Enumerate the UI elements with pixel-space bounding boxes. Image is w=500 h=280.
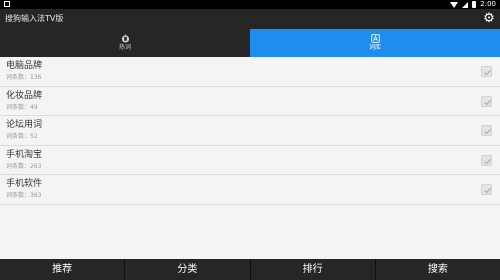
tab-hot-words-label: 热词 [118, 44, 131, 51]
wifi-icon [450, 1, 459, 8]
list-item[interactable]: 化妆品牌 词条数：49 [0, 87, 500, 116]
dictionary-name: 论坛用词 [6, 120, 43, 130]
checkmark-icon [484, 187, 492, 194]
checkbox[interactable] [481, 154, 492, 166]
tab-hot-words[interactable]: 热词 [0, 29, 250, 57]
gear-icon[interactable]: ⚙ [482, 12, 496, 26]
status-bar: 2:00 [0, 0, 500, 9]
entry-count: 词条数：363 [6, 192, 42, 199]
app-title: 搜狗输入法TV版 [5, 14, 64, 23]
dictionary-list: 电脑品牌 词条数：136 化妆品牌 词条数：49 论坛用词 词条数：52 手机淘… [0, 57, 500, 259]
tab-bar: 热词 词库 [0, 29, 500, 57]
list-item[interactable]: 电脑品牌 词条数：136 [0, 57, 500, 87]
dictionary-icon [370, 34, 380, 43]
signal-icon [462, 1, 469, 8]
checkbox[interactable] [481, 125, 492, 136]
checkbox[interactable] [481, 66, 492, 77]
nav-search-button[interactable]: 搜索 [376, 259, 500, 280]
list-item[interactable]: 论坛用词 词条数：52 [0, 116, 500, 146]
dictionary-name: 电脑品牌 [6, 61, 43, 71]
tab-dictionary[interactable]: 词库 [250, 29, 500, 57]
entry-count: 词条数：49 [6, 103, 38, 111]
dictionary-name: 手机软件 [6, 179, 43, 189]
checkbox[interactable] [481, 184, 492, 195]
tab-dictionary-label: 词库 [368, 44, 381, 51]
checkbox[interactable] [481, 95, 492, 107]
nav-recommend-button[interactable]: 推荐 [0, 259, 126, 280]
app-titlebar: 搜狗输入法TV版 ⚙ [0, 9, 500, 29]
dictionary-name: 手机淘宝 [6, 149, 43, 160]
entry-count: 词条数：52 [6, 133, 38, 140]
bottom-nav: 推荐 分类 排行 搜索 [0, 259, 500, 280]
nav-ranking-button[interactable]: 排行 [251, 259, 376, 280]
hot-words-icon [121, 34, 129, 43]
list-item[interactable]: 手机淘宝 词条数：263 [0, 146, 500, 175]
dictionary-name: 化妆品牌 [6, 90, 43, 101]
entry-count: 词条数：263 [6, 162, 42, 170]
checkmark-icon [484, 158, 492, 164]
battery-icon [472, 1, 477, 8]
checkmark-icon [484, 99, 492, 105]
nav-category-button[interactable]: 分类 [125, 259, 251, 280]
notification-icon [4, 1, 10, 7]
checkmark-icon [484, 69, 492, 76]
entry-count: 词条数：136 [6, 74, 42, 81]
status-time: 2:00 [480, 0, 496, 8]
list-item[interactable]: 手机软件 词条数：363 [0, 175, 500, 205]
checkmark-icon [484, 128, 492, 135]
